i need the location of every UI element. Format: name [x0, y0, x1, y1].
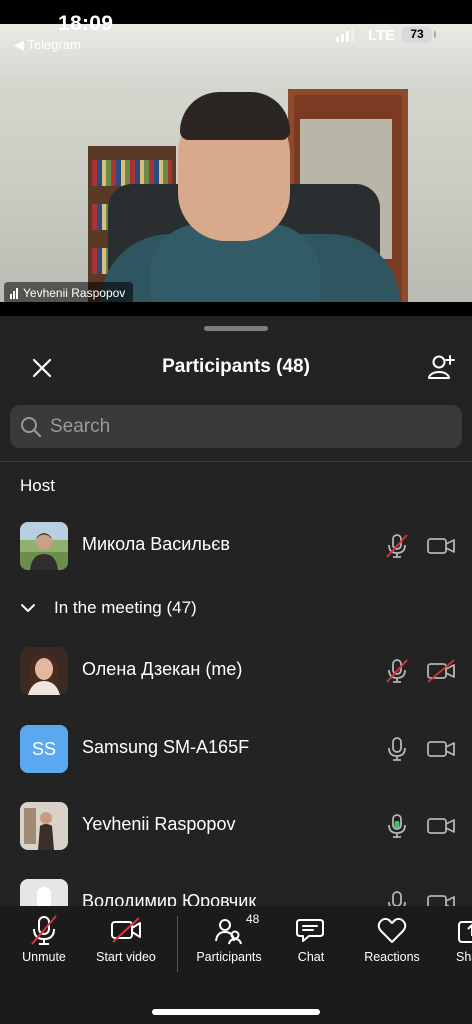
participants-icon	[215, 919, 242, 945]
participants-label: Participants	[196, 950, 262, 964]
network-type: LTE	[368, 27, 396, 44]
reactions-label: Reactions	[364, 950, 420, 964]
chat-label: Chat	[297, 950, 325, 964]
camera-on-icon[interactable]	[426, 736, 456, 762]
divider	[0, 461, 472, 462]
avatar: SS	[20, 725, 68, 773]
clock: 18:09	[58, 12, 114, 35]
avatar	[20, 522, 68, 570]
camera-off-icon	[111, 917, 141, 943]
participant-row-host[interactable]: Микола Васильєв	[0, 516, 472, 576]
toolbar-divider	[177, 916, 178, 972]
chat-icon	[296, 919, 324, 942]
search-icon	[21, 416, 42, 437]
participant-row-self[interactable]: Олена Дзекан (me)	[0, 641, 472, 701]
back-to-app-link[interactable]: ◀ Telegram	[14, 37, 81, 53]
participant-row[interactable]: SS Samsung SM-A165F	[0, 719, 472, 779]
mic-on-icon[interactable]	[384, 736, 410, 762]
cellular-signal-icon	[336, 28, 354, 42]
active-speaker-video[interactable]: Yevhenii Raspopov	[0, 24, 472, 302]
battery-indicator: 73	[402, 26, 436, 43]
sheet-drag-handle[interactable]	[204, 326, 268, 331]
add-participant-icon[interactable]	[426, 352, 456, 382]
in-meeting-group-toggle[interactable]: In the meeting (47)	[20, 598, 197, 618]
mic-muted-icon[interactable]	[384, 533, 410, 559]
group-label: In the meeting (47)	[54, 598, 197, 617]
heart-icon	[377, 917, 407, 943]
mic-muted-icon[interactable]	[384, 658, 410, 684]
start-video-label: Start video	[96, 950, 156, 964]
chat-button[interactable]: Chat	[271, 914, 351, 964]
speaker-name: Yevhenii Raspopov	[23, 286, 126, 300]
camera-on-icon[interactable]	[426, 813, 456, 839]
share-label: Share	[456, 950, 472, 964]
avatar	[20, 802, 68, 850]
participant-name: Олена Дзекан (me)	[82, 659, 243, 679]
mic-speaking-icon[interactable]	[384, 813, 410, 839]
participants-count-badge: 48	[246, 912, 260, 926]
share-button[interactable]: Share	[438, 914, 472, 964]
camera-on-icon[interactable]	[426, 533, 456, 559]
speaker-name-tag: Yevhenii Raspopov	[4, 282, 134, 302]
participant-name: Yevhenii Raspopov	[82, 814, 236, 834]
sheet-header: Participants (48)	[0, 346, 472, 390]
participant-row[interactable]: Yevhenii Raspopov	[0, 796, 472, 856]
search-bar[interactable]	[10, 405, 462, 448]
sheet-title: Participants (48)	[162, 356, 310, 377]
avatar	[20, 647, 68, 695]
mic-muted-icon	[31, 915, 57, 945]
reactions-button[interactable]: Reactions	[352, 914, 432, 964]
meeting-toolbar: Unmute Start video Participants 48 Chat …	[0, 906, 472, 1024]
unmute-button[interactable]: Unmute	[4, 914, 84, 964]
share-icon	[458, 921, 472, 943]
participant-name: Samsung SM-A165F	[82, 737, 250, 757]
status-bar: 18:09 ◀ Telegram LTE 73	[0, 0, 472, 58]
unmute-label: Unmute	[22, 950, 66, 964]
camera-off-icon[interactable]	[426, 658, 456, 684]
chevron-down-icon	[21, 604, 35, 612]
search-input[interactable]	[50, 415, 430, 438]
avatar-initials: SS	[31, 738, 56, 759]
participant-name: Микола Васильєв	[82, 534, 230, 554]
home-indicator[interactable]	[152, 1009, 320, 1015]
host-section-label: Host	[20, 476, 55, 495]
audio-level-icon	[10, 287, 18, 299]
start-video-button[interactable]: Start video	[86, 914, 166, 964]
